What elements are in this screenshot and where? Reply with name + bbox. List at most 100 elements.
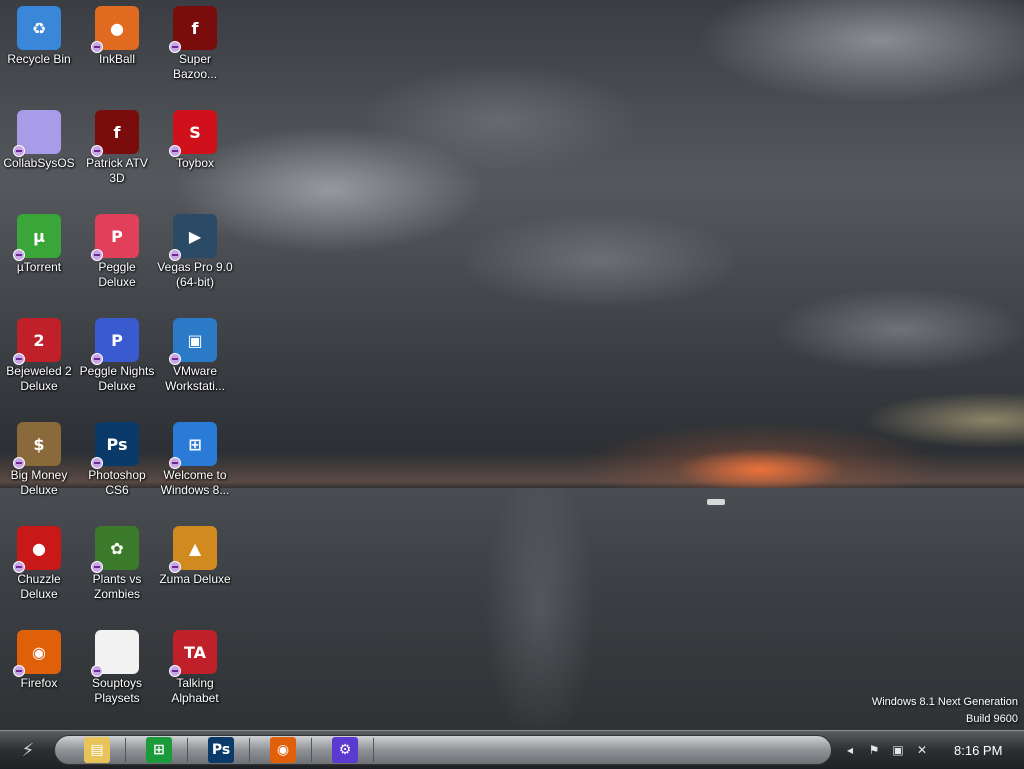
action-center-flag-icon[interactable]: ⚑ [866,742,882,758]
windows-logo-icon: ⊞ [169,422,217,469]
system-tray: ◂ ⚑ ▣ ✕ 8:16 PM [834,731,1024,769]
inkball-icon: ● [91,6,139,53]
desktop-icon-label: Firefox [20,676,58,690]
desktop-icon[interactable]: µ µTorrent [0,208,78,275]
taskbar-button-file-explorer[interactable]: ▤ [69,737,126,763]
flash-icon: f [91,110,139,157]
souptoys-icon [91,630,139,677]
flash-icon: f [169,6,217,53]
shortcut-arrow-icon [169,665,181,677]
watermark-line-1: Windows 8.1 Next Generation [871,696,1018,708]
photoshop-icon: Ps [91,422,139,469]
desktop-icon-label: Chuzzle Deluxe [17,572,61,601]
volume-muted-icon[interactable]: ✕ [914,742,930,758]
desktop-icon[interactable]: ▶ Vegas Pro 9.0 (64-bit) [156,208,234,290]
desktop-icon-label: Peggle Deluxe [98,260,136,289]
toybox-icon: S [169,110,217,157]
shortcut-arrow-icon [169,457,181,469]
vmware-icon: ▣ [169,318,217,365]
shortcut-arrow-icon [169,249,181,261]
watermark-line-2: Build 9600 [966,713,1018,725]
network-icon[interactable]: ▣ [890,742,906,758]
plants-vs-zombies-icon: ✿ [91,526,139,573]
desktop-icon[interactable]: ▣ VMware Workstati... [156,312,234,394]
shortcut-arrow-icon [91,665,103,677]
desktop-icon-label: VMware Workstati... [165,364,225,393]
desktop-icon[interactable]: P Peggle Nights Deluxe [78,312,156,394]
desktop-icon[interactable]: ● Chuzzle Deluxe [0,520,78,602]
store-icon: ⊞ [146,737,172,763]
peggle-nights-icon: P [91,318,139,365]
desktop-icon[interactable]: Souptoys Playsets [78,624,156,706]
desktop-icon-label: Recycle Bin [7,52,71,66]
desktop-icon[interactable]: TA Talking Alphabet [156,624,234,706]
taskbar-button-firefox[interactable]: ◉ [255,737,312,763]
shortcut-arrow-icon [91,41,103,53]
wallpaper-boat [707,499,725,505]
desktop-icon[interactable]: f Patrick ATV 3D [78,104,156,186]
photoshop-icon: Ps [208,737,234,763]
desktop-icon-label: Zuma Deluxe [159,572,231,586]
desktop-icon-label: Big Money Deluxe [10,468,68,497]
firefox-icon: ◉ [270,737,296,763]
shortcut-arrow-icon [91,457,103,469]
taskbar: ⚡ ▤ ⊞ Ps ◉ ⚙ ◂ ⚑ ▣ ✕ 8:16 PM [0,730,1024,768]
desktop-icon[interactable]: ● InkBall [78,0,156,67]
shortcut-arrow-icon [169,145,181,157]
desktop-icon-label: Bejeweled 2 Deluxe [6,364,72,393]
shortcut-arrow-icon [91,145,103,157]
desktop-icon-label: Plants vs Zombies [92,572,142,601]
shortcut-arrow-icon [13,457,25,469]
desktop-icon[interactable]: ⊞ Welcome to Windows 8... [156,416,234,498]
utorrent-icon: µ [13,214,61,261]
shortcut-arrow-icon [169,561,181,573]
taskbar-button-store[interactable]: ⊞ [131,737,188,763]
recycle-bin-icon: ♻ [17,6,61,50]
desktop-icon-label: Peggle Nights Deluxe [79,364,155,393]
desktop-icon[interactable]: f Super Bazoo... [156,0,234,82]
taskbar-clock[interactable]: 8:16 PM [954,743,1002,758]
desktop-icon-label: Welcome to Windows 8... [160,468,230,497]
taskbar-pinned-area: ▤ ⊞ Ps ◉ ⚙ [54,735,832,765]
desktop-icon[interactable]: ♻ Recycle Bin [0,0,78,67]
shortcut-arrow-icon [13,353,25,365]
collabsysos-icon [13,110,61,157]
desktop-icon-label: Talking Alphabet [171,676,219,705]
desktop-icon[interactable]: ▲ Zuma Deluxe [156,520,234,587]
shortcut-arrow-icon [13,145,25,157]
shortcut-arrow-icon [13,561,25,573]
money-bag-icon: $ [13,422,61,469]
taskbar-button-settings[interactable]: ⚙ [317,737,374,763]
desktop-icon[interactable]: S Toybox [156,104,234,171]
desktop-icon[interactable]: 2 Bejeweled 2 Deluxe [0,312,78,394]
desktop-icon[interactable]: CollabSysOS [0,104,78,171]
chuzzle-icon: ● [13,526,61,573]
desktop-icon-label: Toybox [175,156,215,170]
desktop-icon[interactable]: P Peggle Deluxe [78,208,156,290]
bejeweled-icon: 2 [13,318,61,365]
shortcut-arrow-icon [91,353,103,365]
firefox-icon: ◉ [13,630,61,677]
vegas-pro-icon: ▶ [169,214,217,261]
desktop-icon-label: InkBall [98,52,136,66]
shortcut-arrow-icon [13,665,25,677]
start-icon: ⚡ [21,739,35,761]
talking-alphabet-icon: TA [169,630,217,677]
desktop-icon-label: Patrick ATV 3D [86,156,148,185]
desktop-icon[interactable]: ◉ Firefox [0,624,78,691]
taskbar-button-photoshop[interactable]: Ps [193,737,250,763]
gear-icon: ⚙ [332,737,358,763]
shortcut-arrow-icon [169,41,181,53]
shortcut-arrow-icon [91,249,103,261]
desktop-icon-label: Vegas Pro 9.0 (64-bit) [157,260,233,289]
desktop-icon-label: CollabSysOS [3,156,75,170]
desktop-icon-label: Photoshop CS6 [88,468,146,497]
desktop-icon[interactable]: ✿ Plants vs Zombies [78,520,156,602]
chevron-left-icon[interactable]: ◂ [842,742,858,758]
peggle-icon: P [91,214,139,261]
desktop-icon-label: µTorrent [16,260,62,274]
desktop-icon[interactable]: $ Big Money Deluxe [0,416,78,498]
start-button[interactable]: ⚡ [14,737,42,763]
folder-icon: ▤ [84,737,110,763]
desktop-icon[interactable]: Ps Photoshop CS6 [78,416,156,498]
